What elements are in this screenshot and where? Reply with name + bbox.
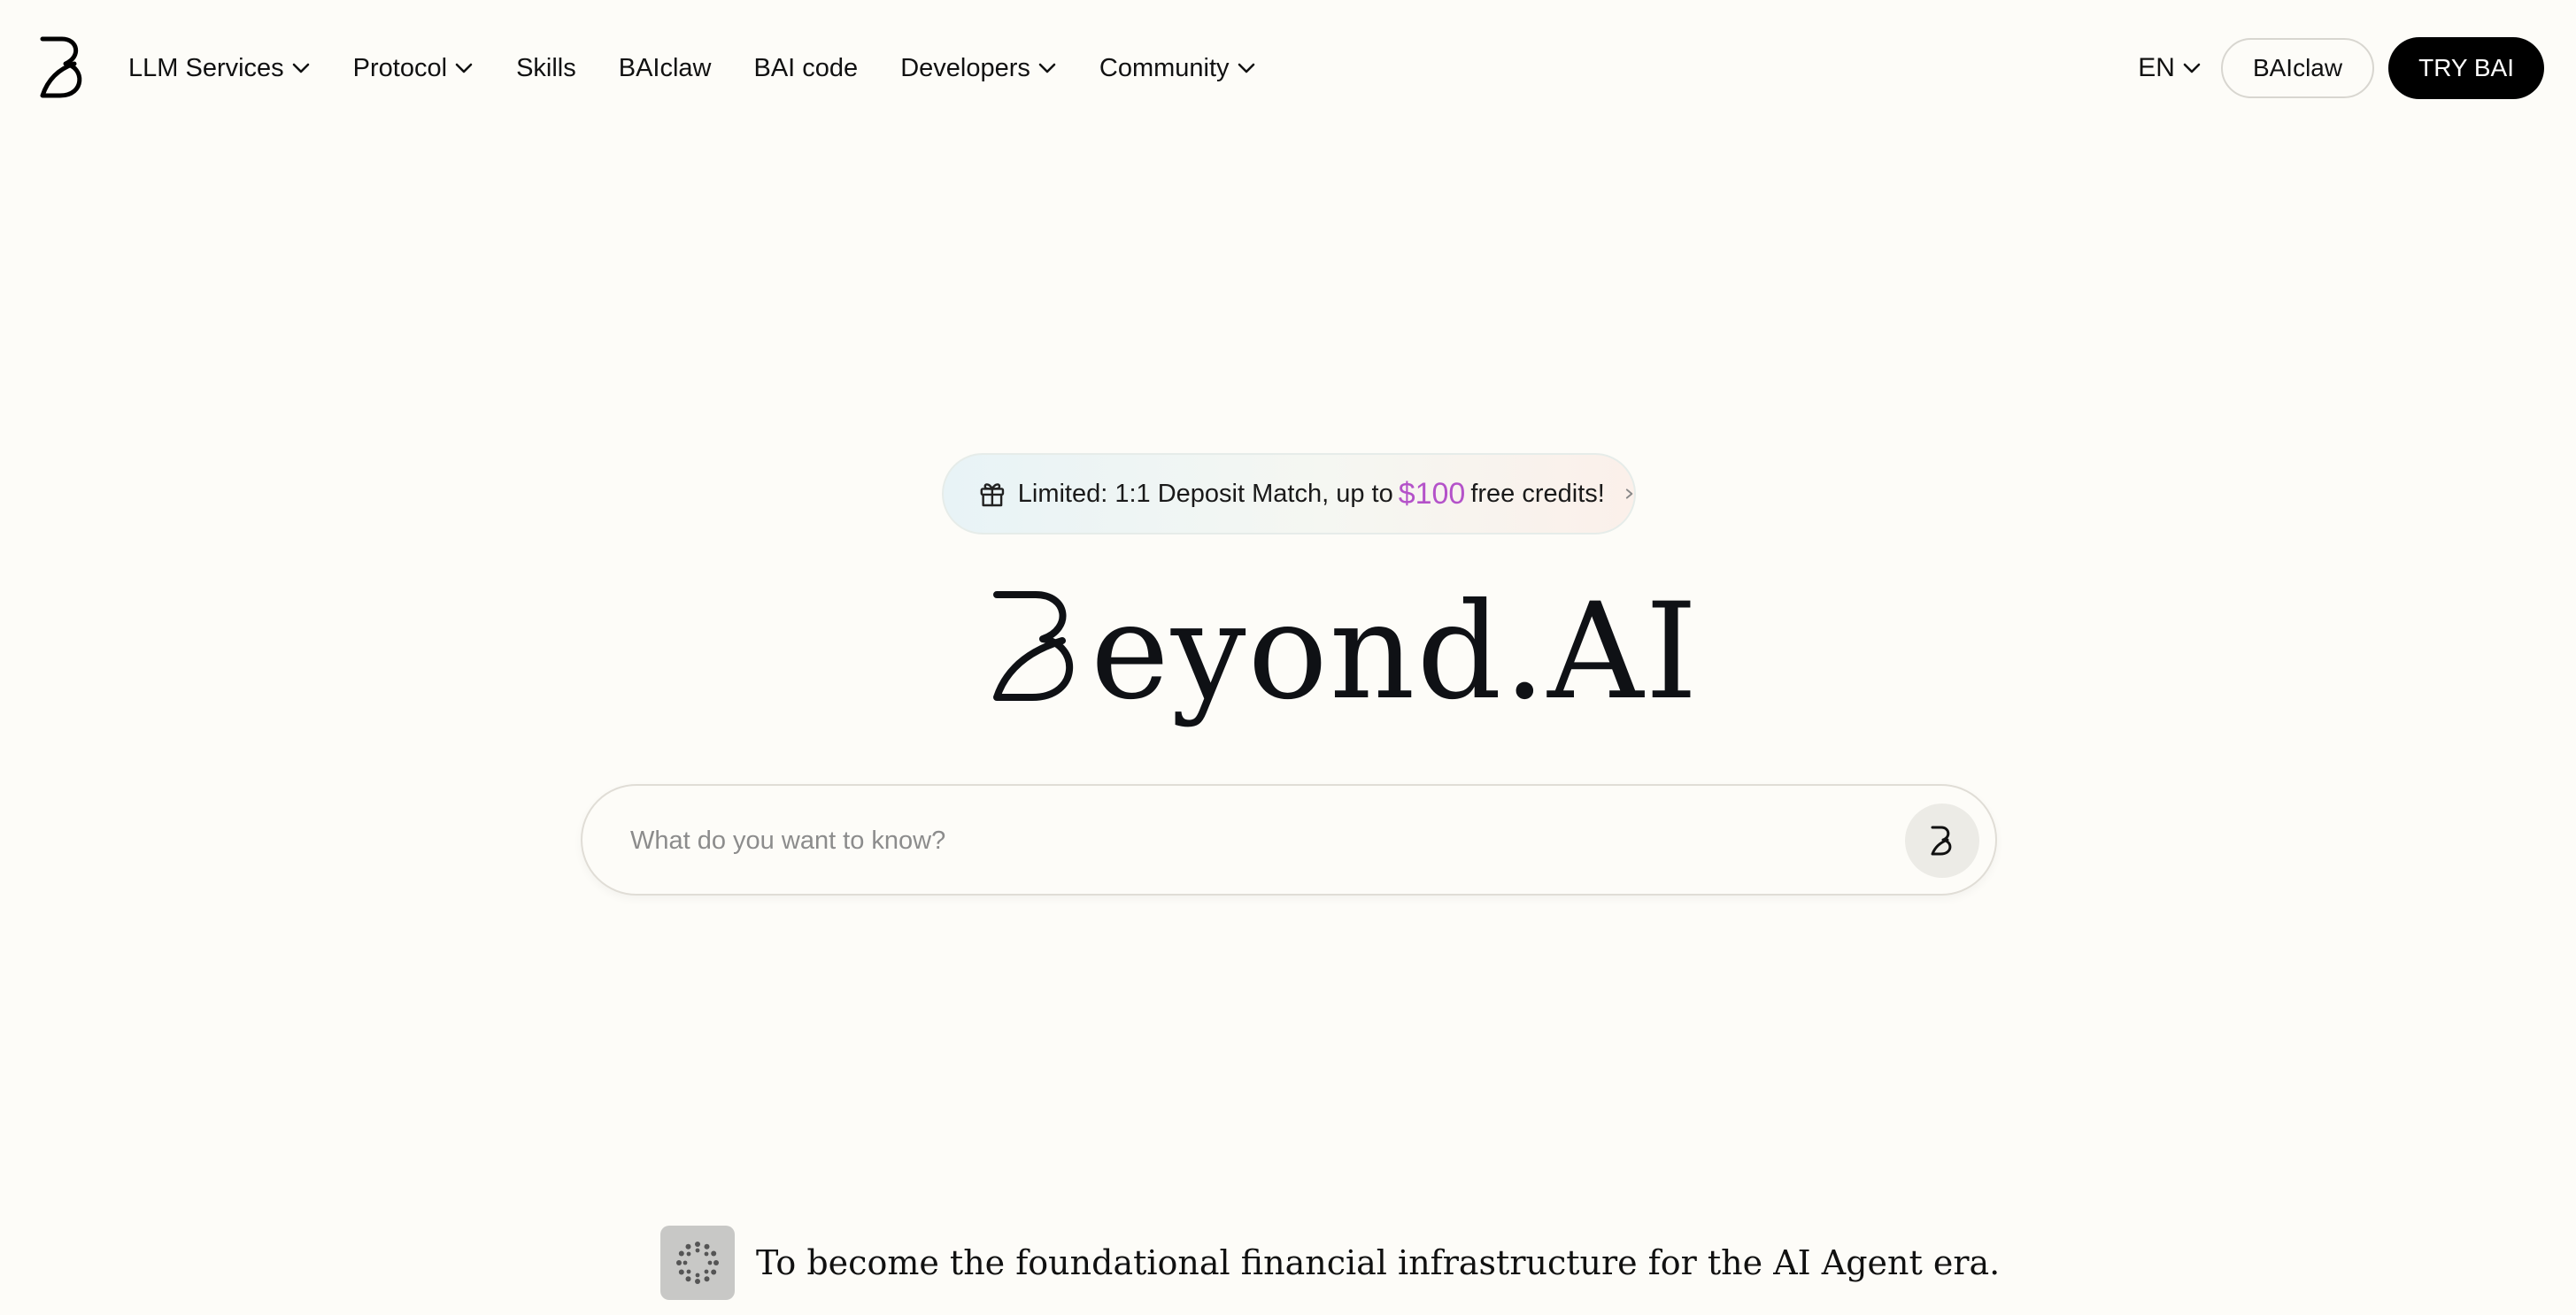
nav-llm-services[interactable]: LLM Services (128, 54, 311, 83)
chevron-down-icon (1238, 63, 1254, 73)
promo-amount: $100 (1398, 476, 1466, 511)
loading-spinner-icon (676, 1242, 719, 1284)
language-selector[interactable]: EN (2138, 53, 2202, 83)
chevron-down-icon (2183, 63, 2201, 73)
nav-baiclaw-label: BAIclaw (618, 53, 712, 82)
nav-skills[interactable]: Skills (516, 54, 576, 83)
beyond-ai-wordmark: eyond.AI (991, 577, 1698, 734)
top-navigation: LLM Services Protocol Skills BAIclaw BAI… (0, 0, 2576, 136)
nav-community[interactable]: Community (1099, 54, 1256, 83)
try-bai-button[interactable]: TRY BAI (2388, 37, 2544, 99)
chevron-down-icon (292, 63, 309, 73)
promo-prefix: Limited: 1:1 Deposit Match, up to (1017, 479, 1393, 508)
main-menu: LLM Services Protocol Skills BAIclaw BAI… (128, 46, 1299, 90)
nav-llm-services-label: LLM Services (128, 53, 284, 82)
beyond-b-letter-icon (993, 591, 1074, 701)
search-submit-button[interactable] (1905, 804, 1979, 878)
chevron-right-icon (1625, 488, 1633, 499)
mission-icon-tile (660, 1226, 735, 1300)
wordmark-text: eyond.AI (1091, 575, 1700, 729)
search-bar (581, 784, 1997, 896)
nav-bai-code[interactable]: BAI code (754, 54, 859, 83)
chevron-down-icon (455, 63, 473, 73)
beyond-logo-icon (1931, 826, 1952, 856)
promo-suffix: free credits! (1470, 479, 1605, 508)
nav-actions: EN BAIclaw TRY BAI (2138, 37, 2544, 99)
mission-text: To become the foundational financial inf… (756, 1243, 2001, 1282)
chevron-down-icon (1038, 63, 1056, 73)
nav-developers[interactable]: Developers (900, 54, 1057, 83)
promo-banner[interactable]: Limited: 1:1 Deposit Match, up to $100 f… (942, 453, 1636, 534)
baiclaw-button[interactable]: BAIclaw (2220, 38, 2375, 98)
nav-community-label: Community (1099, 53, 1230, 82)
mission-statement: To become the foundational financial inf… (660, 1225, 2000, 1301)
nav-protocol-label: Protocol (352, 53, 448, 82)
language-label: EN (2138, 53, 2175, 82)
nav-developers-label: Developers (900, 53, 1030, 82)
nav-skills-label: Skills (516, 53, 576, 82)
nav-bai-code-label: BAI code (753, 53, 859, 82)
nav-baiclaw[interactable]: BAIclaw (619, 54, 712, 83)
beyond-logo-icon[interactable] (39, 35, 89, 99)
search-input[interactable] (629, 812, 1854, 869)
nav-protocol[interactable]: Protocol (353, 54, 474, 83)
gift-icon (980, 483, 1005, 507)
